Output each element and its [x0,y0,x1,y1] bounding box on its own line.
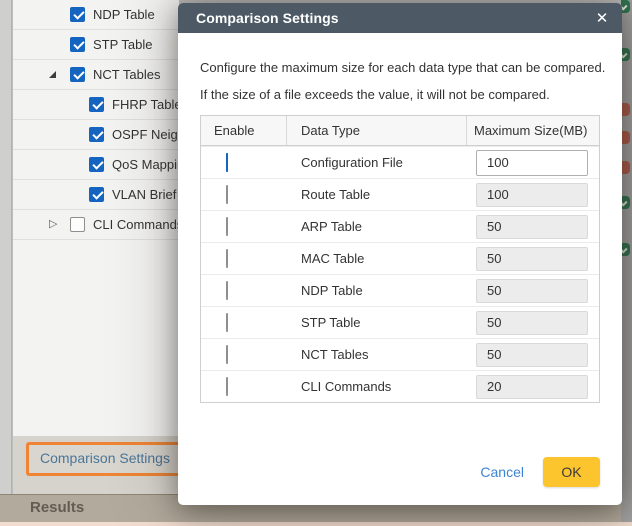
tree-item-qos-mapping: QoS Mapping Tab [13,150,179,180]
table-row: MAC Table [201,242,599,274]
tree-checkbox[interactable] [70,217,85,232]
max-size-input [476,375,588,399]
background-status-column [621,0,632,522]
max-size-input [476,279,588,303]
expander-icon [68,158,89,172]
status-icon-fragment [621,48,630,61]
data-type-label: CLI Commands [287,379,467,394]
max-size-input [476,311,588,335]
results-label: Results [30,499,84,516]
status-icon-fragment [621,161,630,174]
comparison-settings-highlight-box: Comparison Settings [26,442,184,476]
data-type-label: ARP Table [287,219,467,234]
max-size-input [476,215,588,239]
tree-item-label: NDP Table [93,7,155,22]
max-size-input [476,343,588,367]
column-header-max-size: Maximum Size(MB) [467,116,599,145]
tree-item-label: CLI Commands [93,217,179,232]
table-row: ARP Table [201,210,599,242]
status-icon-fragment [621,103,630,116]
tree-item-ndp-table: NDP Table [13,0,179,30]
tree-item-label: NCT Tables [93,67,160,82]
status-icon-fragment [621,196,630,209]
close-icon[interactable]: ✕ [591,7,613,29]
table-row: Route Table [201,178,599,210]
tree-checkbox[interactable] [89,157,104,172]
tree-item-cli-commands: CLI Commands [13,210,179,240]
tree-item-ospf-neighbors: OSPF Neighbors [13,120,179,150]
enable-checkbox[interactable] [226,377,228,396]
max-size-input [476,183,588,207]
enable-checkbox[interactable] [226,345,228,364]
dialog-body: Configure the maximum size for each data… [178,54,622,487]
data-type-tree: NDP Table STP Table NCT Tables FHRP Tabl… [13,0,179,436]
dialog-description: Configure the maximum size for each data… [200,54,600,108]
status-icon-fragment [621,0,630,13]
comparison-settings-dialog: Comparison Settings ✕ Configure the maxi… [178,3,622,505]
panel-gutter [0,0,12,522]
table-row: STP Table [201,306,599,338]
expander-icon [68,98,89,112]
tree-item-label: VLAN Brief [112,187,176,202]
max-size-table: Enable Data Type Maximum Size(MB) Config… [200,115,600,403]
table-row: CLI Commands [201,370,599,402]
tree-checkbox[interactable] [70,37,85,52]
tree-item-stp-table: STP Table [13,30,179,60]
data-type-label: Configuration File [287,155,467,170]
data-type-label: Route Table [287,187,467,202]
enable-checkbox[interactable] [226,153,228,172]
description-line-2: If the size of a file exceeds the value,… [200,81,600,108]
tree-checkbox[interactable] [89,97,104,112]
dialog-title: Comparison Settings [196,10,339,26]
tree-item-vlan-brief: VLAN Brief [13,180,179,210]
enable-checkbox[interactable] [226,249,228,268]
expander-icon [49,38,70,52]
tree-checkbox[interactable] [70,67,85,82]
tree-item-label: FHRP Table [112,97,179,112]
column-header-data-type: Data Type [287,116,467,145]
tree-item-nct-tables: NCT Tables [13,60,179,90]
ok-button[interactable]: OK [543,457,600,487]
table-row: Configuration File [201,146,599,178]
enable-checkbox[interactable] [226,185,228,204]
cancel-button[interactable]: Cancel [480,464,524,480]
max-size-input [476,247,588,271]
enable-checkbox[interactable] [226,313,228,332]
data-type-label: NCT Tables [287,347,467,362]
expander-icon [68,128,89,142]
tree-item-label: STP Table [93,37,153,52]
table-row: NCT Tables [201,338,599,370]
data-type-label: MAC Table [287,251,467,266]
tree-item-fhrp-table: FHRP Table [13,90,179,120]
table-row: NDP Table [201,274,599,306]
tree-item-label: QoS Mapping Tab [112,157,179,172]
column-header-enable: Enable [201,116,287,145]
status-icon-fragment [621,243,630,256]
tree-checkbox[interactable] [89,187,104,202]
dialog-header: Comparison Settings ✕ [178,3,622,33]
enable-checkbox[interactable] [226,217,228,236]
data-type-label: NDP Table [287,283,467,298]
comparison-settings-link[interactable]: Comparison Settings [40,450,170,466]
data-type-label: STP Table [287,315,467,330]
expander-icon [68,188,89,202]
expand-triangle-icon[interactable] [49,218,70,232]
max-size-input[interactable] [476,150,588,176]
app-screen: NDP Table STP Table NCT Tables FHRP Tabl… [0,0,632,526]
bottom-edge-strip [0,522,632,526]
tree-item-label: OSPF Neighbors [112,127,179,142]
collapse-triangle-icon[interactable] [49,68,70,82]
tree-checkbox[interactable] [70,7,85,22]
dialog-footer: Cancel OK [200,457,600,487]
tree-checkbox[interactable] [89,127,104,142]
status-icon-fragment [621,131,630,144]
enable-checkbox[interactable] [226,281,228,300]
expander-icon [49,8,70,22]
table-header-row: Enable Data Type Maximum Size(MB) [201,116,599,146]
description-line-1: Configure the maximum size for each data… [200,54,600,81]
